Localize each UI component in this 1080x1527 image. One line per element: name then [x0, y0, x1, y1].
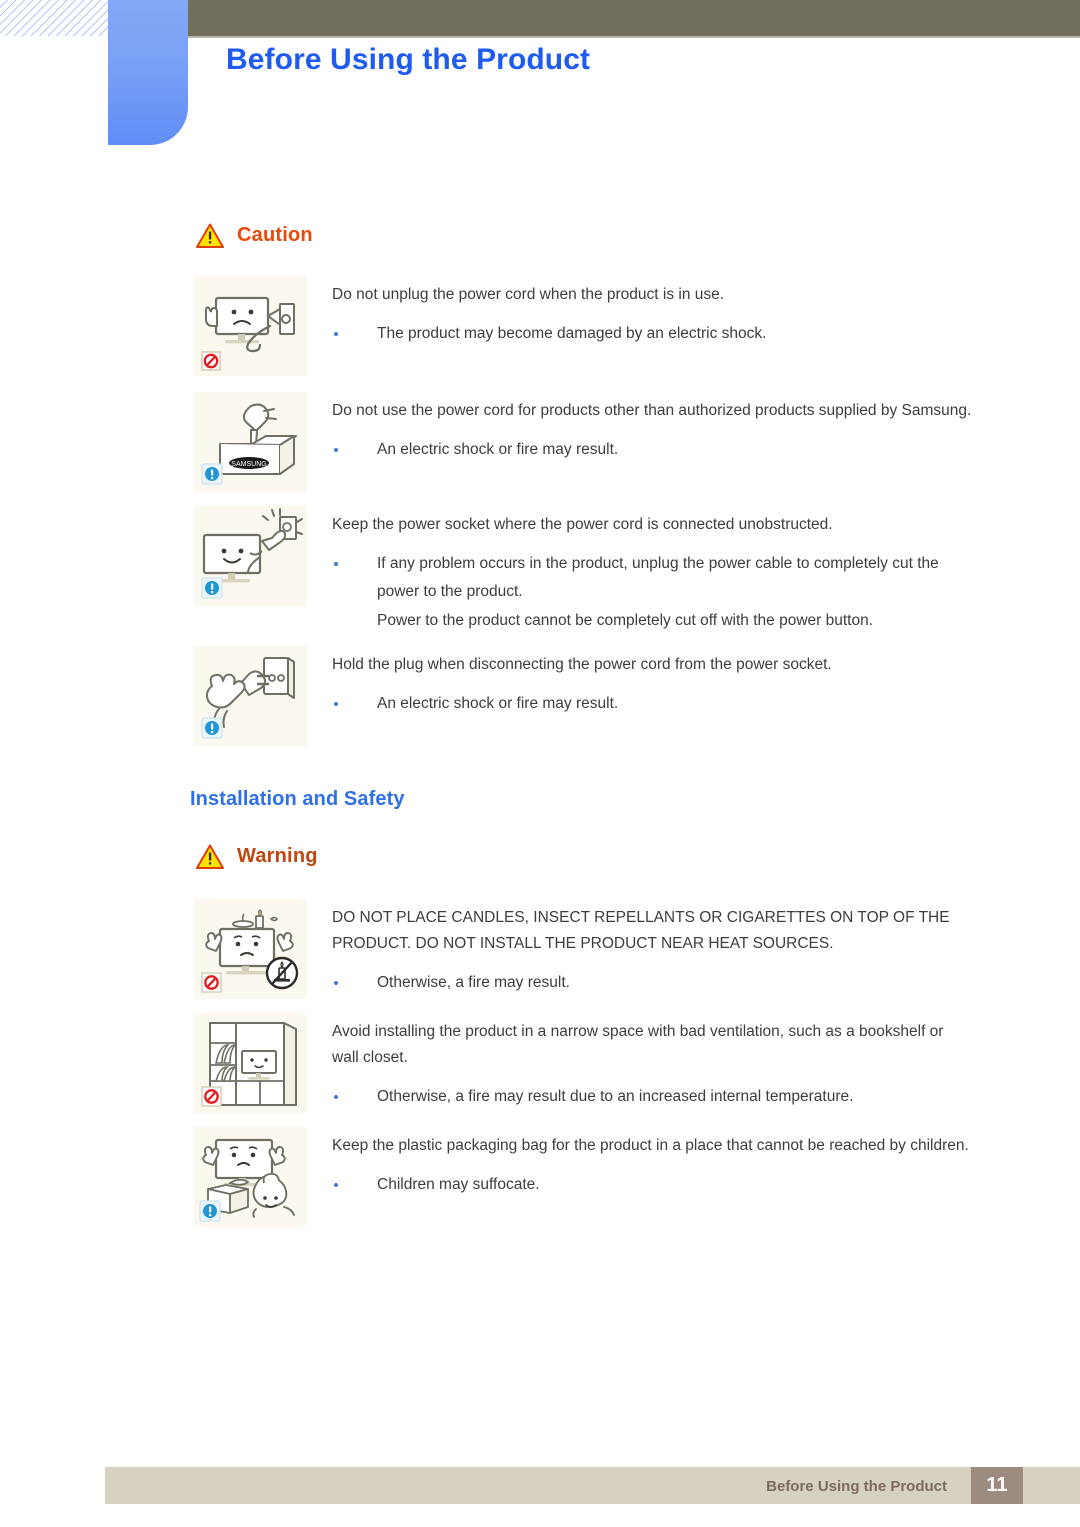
- page-title: Before Using the Product: [226, 43, 591, 76]
- warning-triangle-icon: [196, 223, 224, 248]
- safety-entry: Keep the plastic packaging bag for the p…: [0, 1127, 1080, 1227]
- entry-bullets: If any problem occurs in the product, un…: [332, 550, 972, 635]
- monitor-candles-prohibited-illustration: [194, 899, 307, 999]
- header-band: [188, 0, 1080, 36]
- monitor-unplug-prohibited-illustration: [194, 276, 307, 376]
- entry-bullets: Children may suffocate.: [332, 1171, 972, 1199]
- footer-label: Before Using the Product: [766, 1478, 947, 1495]
- monitor-socket-unobstructed-illustration: [194, 506, 307, 606]
- monitor-in-bookshelf-prohibited-illustration: [194, 1013, 307, 1113]
- safety-entry: Do not unplug the power cord when the pr…: [0, 276, 1080, 376]
- entry-lead: Keep the power socket where the power co…: [332, 516, 833, 533]
- entry-lead: Avoid installing the product in a narrow…: [332, 1023, 944, 1066]
- bullet-item: An electric shock or fire may result.: [332, 436, 972, 464]
- entry-text: Keep the power socket where the power co…: [332, 506, 972, 636]
- footer-page-number: 11: [971, 1467, 1023, 1504]
- caution-notice-heading: Caution: [196, 223, 1080, 248]
- bullet-item: Children may suffocate.: [332, 1171, 972, 1199]
- section-heading-installation-and-safety: Installation and Safety: [190, 788, 405, 810]
- bullet-item: Otherwise, a fire may result due to an i…: [332, 1083, 972, 1111]
- bullet-item: The product may become damaged by an ele…: [332, 320, 972, 348]
- entry-lead: Do not use the power cord for products o…: [332, 402, 972, 419]
- entry-text: Keep the plastic packaging bag for the p…: [332, 1127, 972, 1200]
- child-plastic-bag-illustration: [194, 1127, 307, 1227]
- decorative-hatch-pattern: [0, 0, 108, 36]
- header-rule: [188, 36, 1080, 38]
- safety-entry: Keep the power socket where the power co…: [0, 506, 1080, 636]
- entry-text: Do not use the power cord for products o…: [332, 392, 972, 465]
- entry-bullets: An electric shock or fire may result.: [332, 436, 972, 464]
- plug-samsung-box-illustration: SAMSUNG: [194, 392, 307, 492]
- entry-text: Do not unplug the power cord when the pr…: [332, 276, 972, 349]
- entry-bullets: Otherwise, a fire may result due to an i…: [332, 1083, 972, 1111]
- safety-entry: SAMSUNG Do not use the power cord for pr…: [0, 392, 1080, 492]
- entry-lead: Hold the plug when disconnecting the pow…: [332, 656, 832, 673]
- entry-bullets: Otherwise, a fire may result.: [332, 969, 972, 997]
- safety-entry: Hold the plug when disconnecting the pow…: [0, 646, 1080, 746]
- warning-notice-heading: Warning: [196, 844, 1080, 869]
- entry-lead: Keep the plastic packaging bag for the p…: [332, 1137, 969, 1154]
- caution-label: Caution: [237, 224, 313, 246]
- svg-text:SAMSUNG: SAMSUNG: [231, 461, 266, 468]
- entry-lead: Do not unplug the power cord when the pr…: [332, 286, 725, 303]
- warning-label: Warning: [237, 845, 318, 867]
- bullet-item: Power to the product cannot be completel…: [377, 612, 874, 629]
- page-content: Caution Do not unplug the power cord whe…: [0, 175, 1080, 1227]
- entry-lead: DO NOT PLACE CANDLES, INSECT REPELLANTS …: [332, 909, 950, 952]
- entry-text: Avoid installing the product in a narrow…: [332, 1013, 972, 1112]
- bullet-item: If any problem occurs in the product, un…: [332, 550, 972, 606]
- entry-bullets: The product may become damaged by an ele…: [332, 320, 972, 348]
- entry-text: DO NOT PLACE CANDLES, INSECT REPELLANTS …: [332, 899, 972, 998]
- entry-bullets: An electric shock or fire may result.: [332, 690, 972, 718]
- warning-triangle-icon: [196, 844, 224, 869]
- bullet-item: An electric shock or fire may result.: [332, 690, 972, 718]
- header-blue-tab: [108, 0, 188, 145]
- safety-entry: DO NOT PLACE CANDLES, INSECT REPELLANTS …: [0, 899, 1080, 999]
- bullet-item: Otherwise, a fire may result.: [332, 969, 972, 997]
- entry-text: Hold the plug when disconnecting the pow…: [332, 646, 972, 719]
- hand-holding-plug-illustration: [194, 646, 307, 746]
- safety-entry: Avoid installing the product in a narrow…: [0, 1013, 1080, 1113]
